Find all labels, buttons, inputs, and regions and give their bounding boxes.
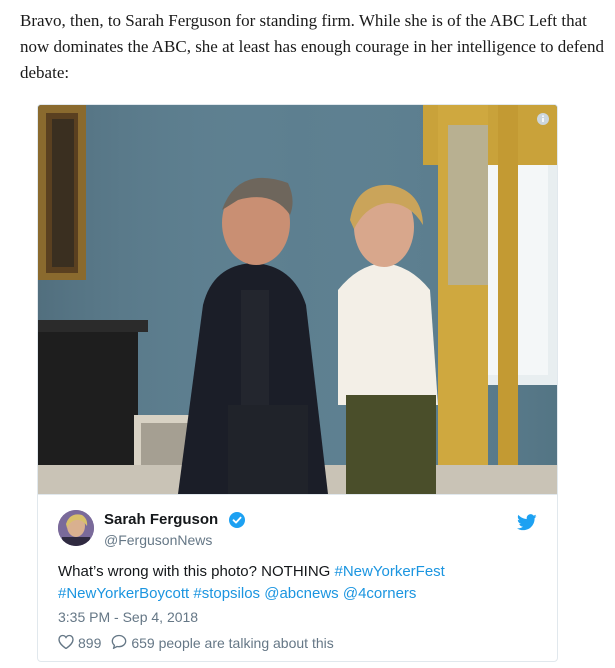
info-icon[interactable] bbox=[537, 113, 549, 125]
author-handle[interactable]: @FergusonNews bbox=[104, 532, 212, 548]
hashtag-stopsilos[interactable]: #stopsilos bbox=[193, 585, 260, 602]
mention-4corners[interactable]: @4corners bbox=[343, 585, 417, 602]
avatar[interactable] bbox=[58, 510, 94, 546]
embedded-tweet[interactable]: Sarah Ferguson @FergusonNews What’s wron… bbox=[37, 104, 558, 662]
like-button[interactable]: 899 bbox=[58, 634, 101, 652]
mention-abcnews[interactable]: @abcnews bbox=[264, 585, 338, 602]
verified-icon bbox=[229, 512, 245, 533]
heart-icon bbox=[58, 634, 78, 652]
tweet-text-prefix: What’s wrong with this photo? NOTHING bbox=[58, 563, 335, 580]
conversation-button[interactable]: 659 people are talking about this bbox=[111, 634, 334, 652]
hashtag-newyorkerfest[interactable]: #NewYorkerFest bbox=[335, 563, 445, 580]
author-name[interactable]: Sarah Ferguson bbox=[104, 511, 218, 528]
hashtag-newyorkerboycott[interactable]: #NewYorkerBoycott bbox=[58, 585, 189, 602]
tweet-photo[interactable] bbox=[38, 105, 557, 494]
tweet-text: What’s wrong with this photo? NOTHING #N… bbox=[58, 561, 538, 605]
tweet-body: Sarah Ferguson @FergusonNews What’s wron… bbox=[38, 494, 557, 661]
twitter-bird-icon[interactable] bbox=[517, 514, 537, 536]
tweet-timestamp[interactable]: 3:35 PM - Sep 4, 2018 bbox=[58, 609, 198, 625]
speech-bubble-icon bbox=[111, 634, 131, 652]
tweet-actions: 899 659 people are talking about this bbox=[58, 634, 334, 652]
conversation-text: 659 people are talking about this bbox=[131, 635, 334, 651]
like-count: 899 bbox=[78, 635, 102, 651]
article-paragraph: Bravo, then, to Sarah Ferguson for stand… bbox=[20, 11, 604, 82]
